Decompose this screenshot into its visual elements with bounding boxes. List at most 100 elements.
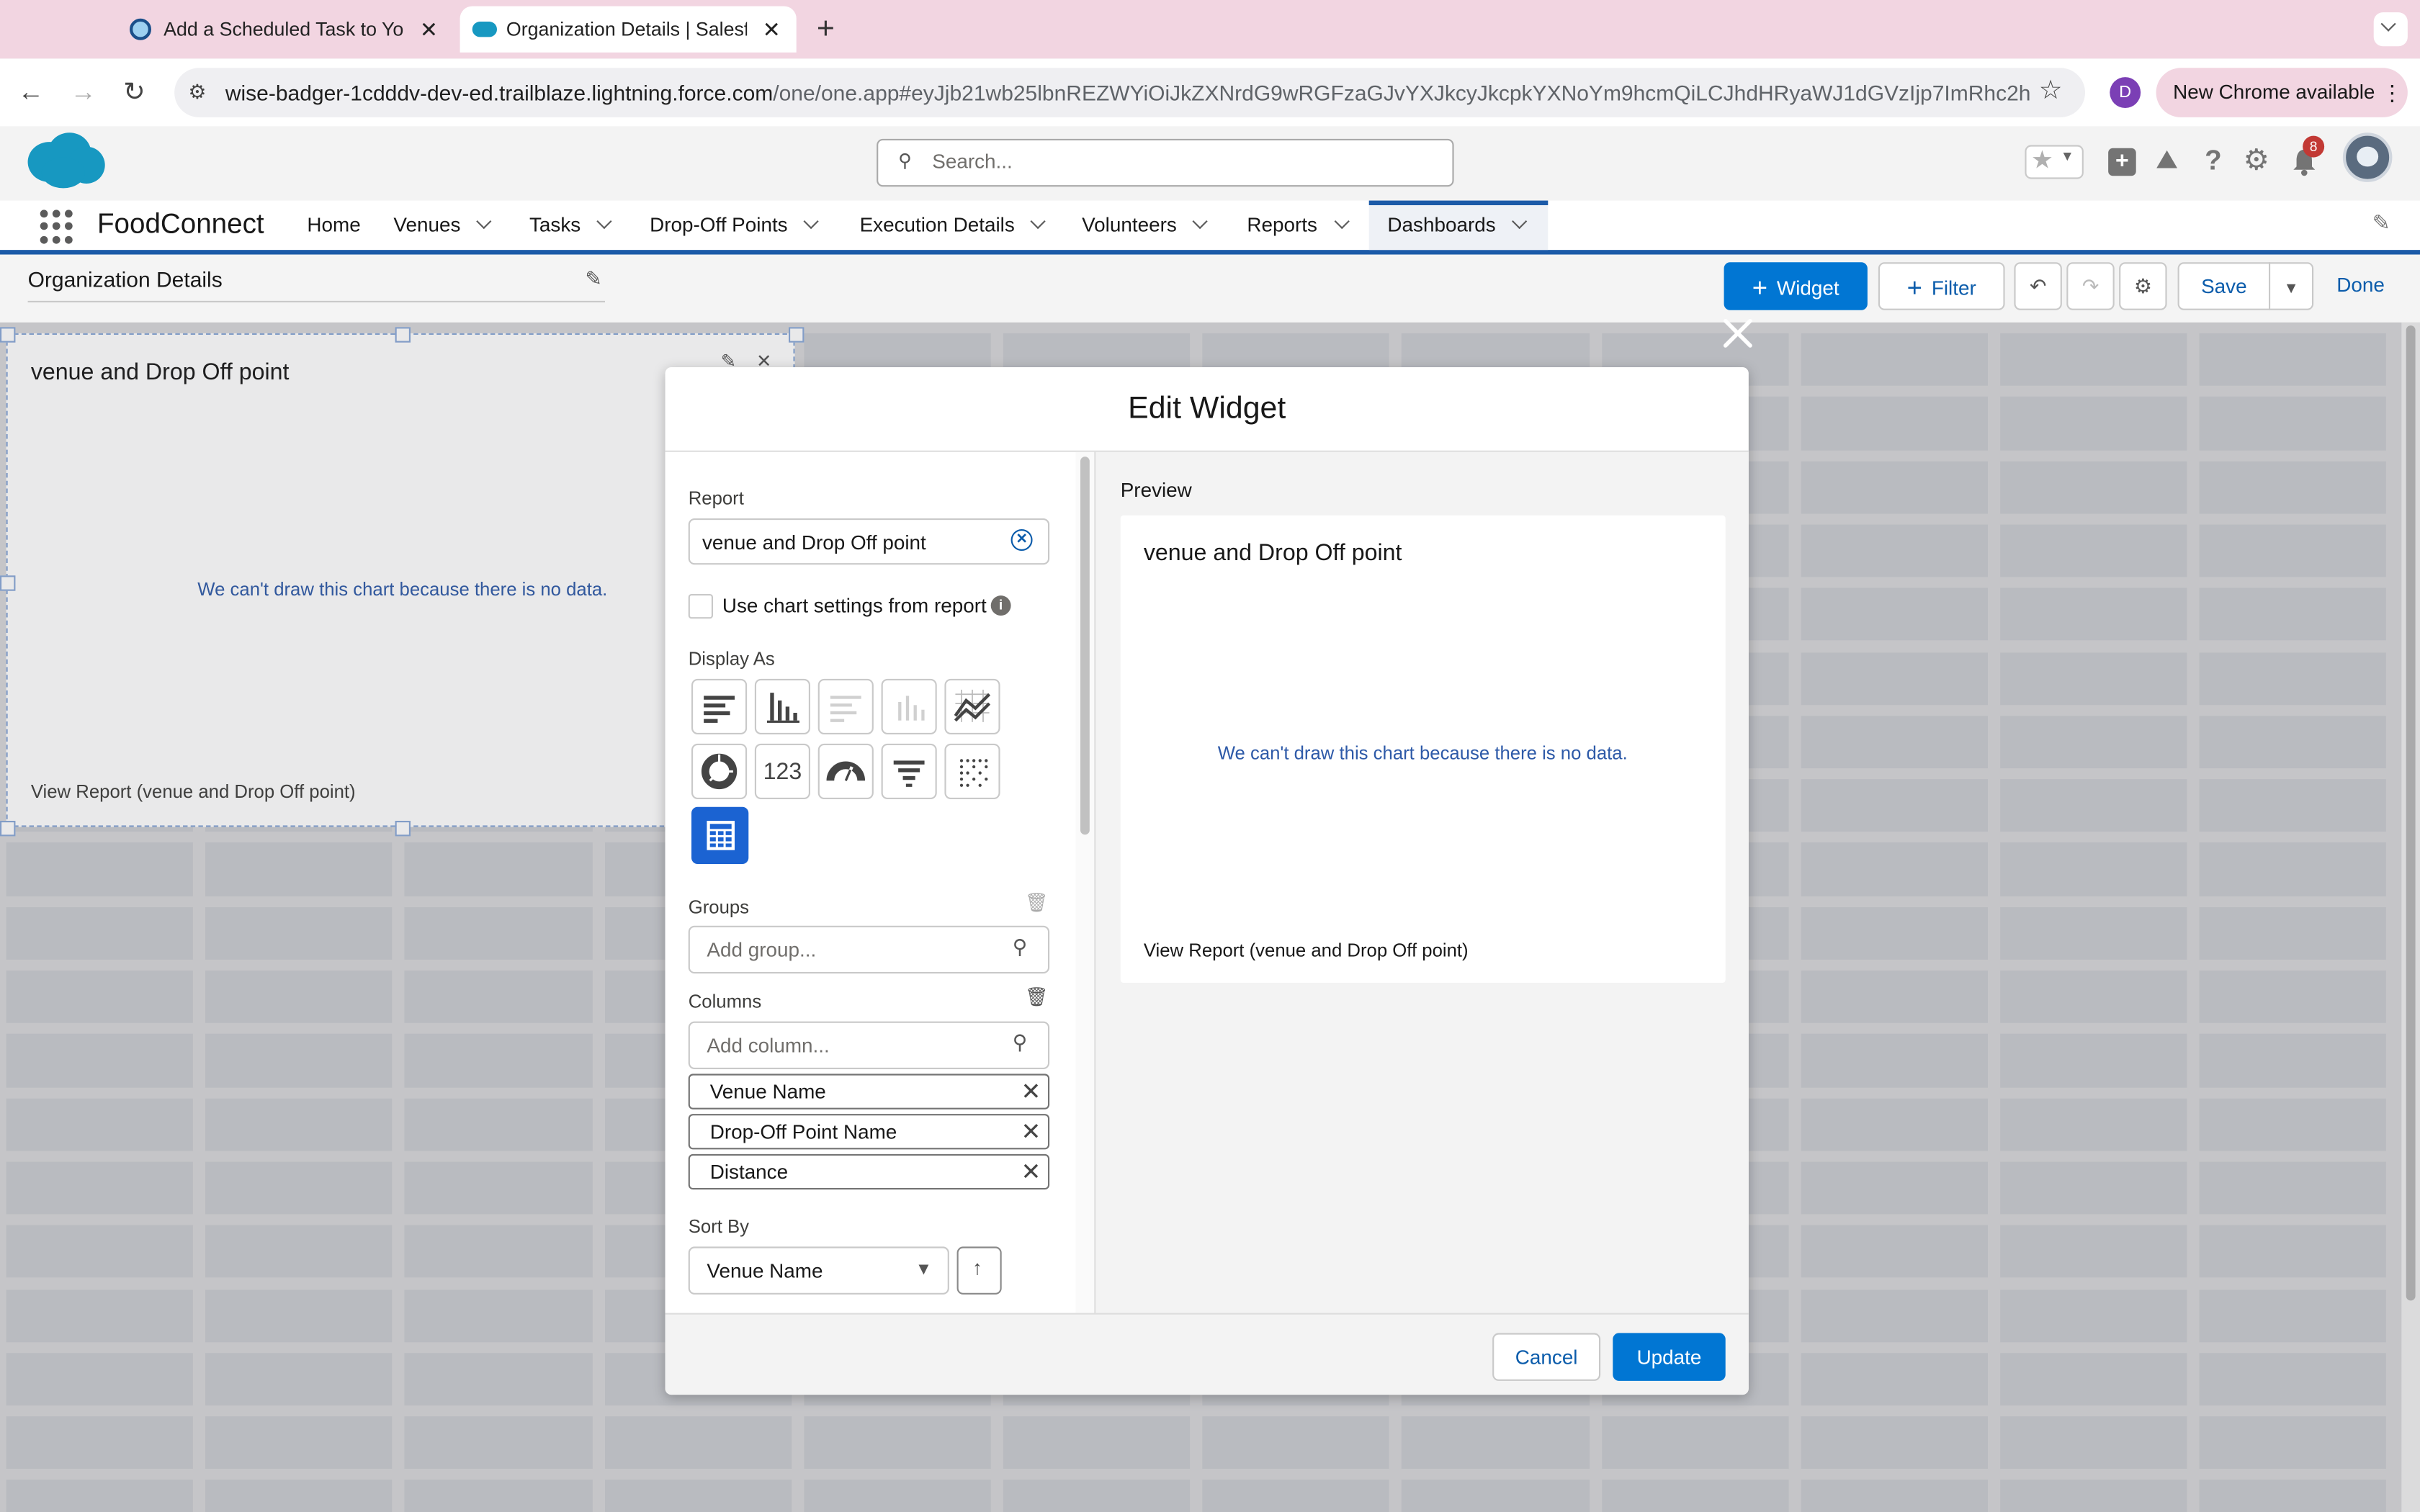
nav-item-drop-off-points[interactable]: Drop-Off Points	[650, 201, 820, 251]
column-pill[interactable]: Distance	[688, 1153, 1050, 1190]
clear-report-icon[interactable]: ✕	[1010, 529, 1033, 551]
profile-avatar[interactable]: D	[2110, 77, 2141, 108]
browser-tab-salesforce[interactable]: Organization Details | Salesfo ✕	[460, 6, 797, 53]
sort-by-select[interactable]: Venue Name ▼	[688, 1246, 949, 1295]
add-filter-button[interactable]: + Filter	[1878, 262, 2005, 310]
done-label: Done	[2336, 273, 2385, 297]
stacked-horizontal-bar-icon[interactable]	[817, 678, 874, 734]
url-domain: wise-badger-1cdddv-dev-ed.trailblaze.lig…	[225, 80, 774, 105]
sort-direction-button[interactable]: ↑	[956, 1246, 1002, 1295]
nav-item-reports[interactable]: Reports	[1247, 201, 1349, 251]
add-column-placeholder: Add column...	[707, 1033, 830, 1057]
nav-item-execution-details[interactable]: Execution Details	[859, 201, 1047, 251]
remove-column-icon[interactable]	[1022, 1122, 1041, 1140]
chevron-down-icon[interactable]	[1031, 213, 1047, 230]
vertical-bar-chart-icon[interactable]	[754, 678, 810, 734]
done-button[interactable]: Done	[2336, 273, 2385, 296]
chevron-down-icon[interactable]	[1333, 213, 1349, 230]
nav-item-home[interactable]: Home	[307, 201, 360, 251]
scrollbar-thumb[interactable]	[1080, 456, 1090, 835]
undo-button[interactable]: ↶	[2014, 262, 2062, 310]
chevron-down-icon: ▼	[915, 1260, 933, 1279]
modal-close-icon[interactable]	[1719, 315, 1756, 351]
trailhead-guidance-icon[interactable]: ⛰	[2151, 145, 2182, 176]
undo-icon: ↶	[2029, 274, 2047, 298]
remove-column-icon[interactable]	[1022, 1081, 1041, 1100]
chevron-down-icon[interactable]	[1512, 213, 1528, 230]
info-icon[interactable]: i	[990, 595, 1011, 616]
scatter-chart-icon[interactable]	[944, 743, 1000, 799]
donut-chart-icon[interactable]	[691, 743, 748, 799]
use-chart-settings-checkbox[interactable]	[688, 594, 713, 619]
setup-gear-icon[interactable]: ⚙	[2241, 143, 2272, 177]
report-lookup-field[interactable]: venue and Drop Off point ✕	[688, 518, 1050, 565]
groups-trash-icon[interactable]: 🗑	[1025, 892, 1049, 914]
save-button[interactable]: Save	[2177, 262, 2271, 310]
update-button[interactable]: Update	[1613, 1333, 1726, 1381]
edit-nav-pencil-icon[interactable]: ✎	[2372, 210, 2390, 235]
chevron-down-icon: ▼	[2283, 281, 2299, 298]
notifications-bell-icon[interactable]: 8	[2289, 135, 2325, 178]
report-label: Report	[688, 487, 744, 510]
lightning-table-icon[interactable]	[691, 806, 749, 864]
config-scrollbar[interactable]	[1075, 451, 1095, 1313]
widget-config-panel: Report venue and Drop Off point ✕ Use ch…	[665, 451, 1095, 1313]
stacked-vertical-bar-icon[interactable]	[881, 678, 937, 734]
properties-button[interactable]: ⚙	[2119, 262, 2167, 310]
add-widget-button[interactable]: + Widget	[1724, 262, 1868, 310]
help-icon[interactable]: ?	[2197, 145, 2228, 176]
edit-name-pencil-icon[interactable]: ✎	[585, 267, 601, 292]
global-search-input[interactable]: ⚲ Search...	[877, 138, 1454, 187]
metric-glyph: 123	[763, 759, 802, 786]
app-launcher-icon[interactable]	[40, 210, 74, 243]
global-actions-icon[interactable]: +	[2108, 148, 2136, 176]
tab-close-icon[interactable]: ✕	[763, 6, 781, 53]
site-settings-icon[interactable]: ⚙	[188, 80, 206, 104]
column-pill[interactable]: Drop-Off Point Name	[688, 1114, 1050, 1150]
chevron-down-icon[interactable]	[476, 213, 493, 230]
new-tab-plus-icon[interactable]: +	[809, 9, 843, 50]
remove-column-icon[interactable]	[1022, 1162, 1041, 1181]
nav-item-tasks[interactable]: Tasks	[529, 201, 613, 251]
preview-no-data-message: We can't draw this chart because there i…	[1217, 742, 1628, 764]
columns-trash-icon[interactable]: 🗑	[1025, 986, 1049, 1007]
add-column-input[interactable]: Add column... ⚲	[688, 1021, 1050, 1069]
more-menu-icon[interactable]: ⋮	[2381, 68, 2403, 117]
favorites-chevron-icon[interactable]: ▼	[2061, 148, 2074, 163]
bookmark-star-icon[interactable]: ☆	[2039, 76, 2063, 107]
chevron-down-icon[interactable]	[1193, 213, 1209, 230]
tab-close-icon[interactable]: ✕	[420, 6, 438, 53]
favorites-button[interactable]: ★ ▼	[2025, 145, 2084, 179]
redo-button[interactable]: ↷	[2066, 262, 2115, 310]
metric-icon[interactable]: 123	[754, 743, 810, 799]
nav-item-venues[interactable]: Venues	[393, 201, 493, 251]
nav-item-dashboards[interactable]: Dashboards	[1368, 200, 1549, 251]
add-group-input[interactable]: Add group... ⚲	[688, 925, 1050, 974]
line-chart-icon[interactable]	[944, 678, 1000, 734]
preview-view-report-link[interactable]: View Report (venue and Drop Off point)	[1144, 940, 1469, 961]
horizontal-bar-chart-icon[interactable]	[691, 678, 748, 734]
chevron-down-icon[interactable]	[596, 213, 613, 230]
nav-item-volunteers[interactable]: Volunteers	[1082, 201, 1209, 251]
gauge-icon[interactable]	[817, 743, 874, 799]
profile-initial: D	[2119, 83, 2132, 102]
favorites-star-icon: ★	[2031, 148, 2053, 175]
nav-label: Volunteers	[1082, 212, 1177, 236]
nav-label: Execution Details	[859, 212, 1015, 236]
user-avatar[interactable]	[2342, 132, 2393, 182]
cancel-button[interactable]: Cancel	[1492, 1333, 1601, 1381]
address-bar[interactable]: ⚙ wise-badger-1cdddv-dev-ed.trailblaze.l…	[174, 68, 2086, 117]
save-menu-button[interactable]: ▼	[2269, 262, 2314, 310]
browser-tab-trailhead[interactable]: Add a Scheduled Task to Your ✕	[117, 6, 451, 53]
add-group-placeholder: Add group...	[707, 937, 817, 961]
funnel-icon[interactable]	[881, 743, 937, 799]
tab-list-chevron-icon[interactable]	[2373, 12, 2408, 47]
chevron-down-icon[interactable]	[804, 213, 820, 230]
reload-icon[interactable]: ↻	[117, 76, 151, 109]
forward-icon[interactable]: →	[66, 76, 100, 109]
dashboard-name-field[interactable]: Organization Details ✎	[27, 267, 606, 302]
column-pill[interactable]: Venue Name	[688, 1074, 1050, 1110]
trailhead-favicon-icon	[130, 18, 151, 40]
new-chrome-available-button[interactable]: New Chrome available ⋮	[2156, 68, 2408, 117]
back-icon[interactable]: ←	[14, 76, 48, 109]
